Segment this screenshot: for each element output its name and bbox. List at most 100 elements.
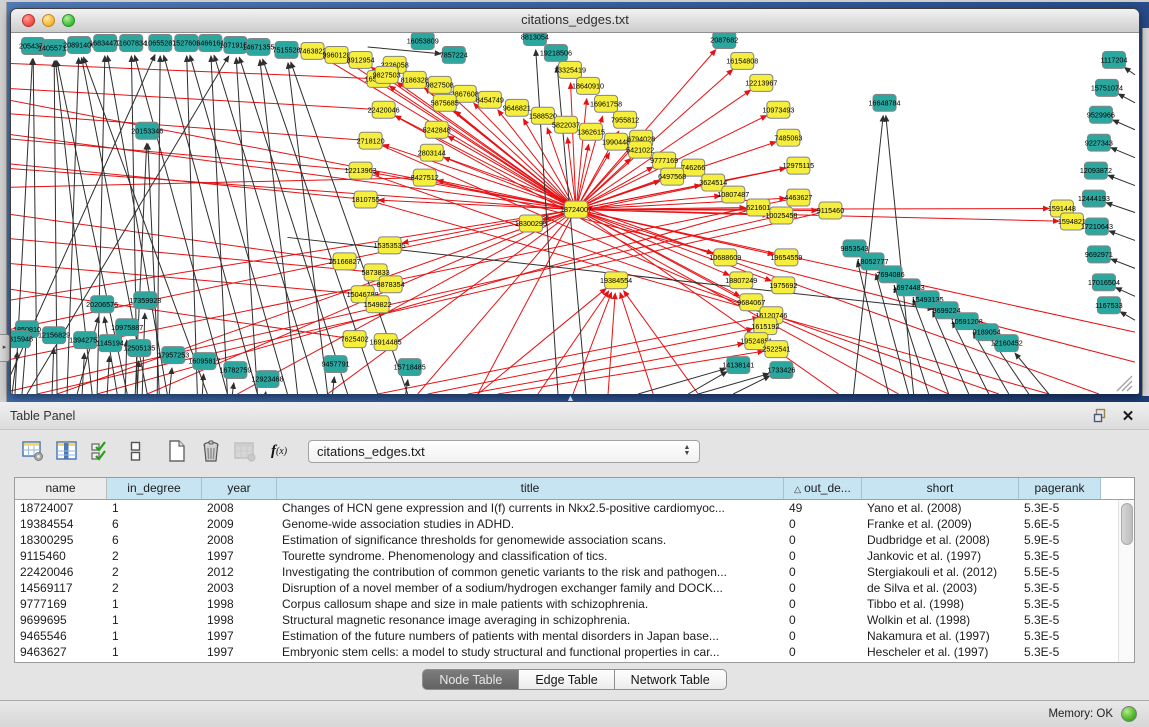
graph-edge[interactable] [576, 210, 1059, 222]
graph-edge[interactable] [498, 351, 764, 394]
graph-node[interactable] [1084, 162, 1107, 179]
tab-edge-table[interactable]: Edge Table [519, 669, 614, 690]
table-cell[interactable]: 1998 [202, 596, 277, 612]
graph-node[interactable] [772, 277, 795, 294]
graph-node[interactable] [731, 52, 754, 69]
graph-edge[interactable] [576, 210, 1135, 333]
table-cell[interactable]: 1998 [202, 612, 277, 628]
graph-node[interactable] [1087, 134, 1110, 151]
graph-node[interactable] [324, 356, 347, 373]
graph-node[interactable] [750, 74, 773, 91]
table-cell[interactable]: Nakamura et al. (1997) [862, 628, 1019, 644]
table-cell[interactable]: 0 [784, 564, 862, 580]
graph-edge[interactable] [1106, 203, 1135, 213]
table-cell[interactable]: 1 [107, 500, 202, 516]
table-row[interactable]: 1456911722003Disruption of a novel membe… [15, 580, 1134, 596]
table-cell[interactable]: 18300295 [15, 532, 107, 548]
graph-node[interactable] [11, 331, 31, 348]
delete-column-icon[interactable] [196, 437, 226, 465]
graph-node[interactable] [1095, 79, 1118, 96]
graph-edge[interactable] [428, 329, 753, 394]
graph-edge[interactable] [232, 383, 233, 394]
graph-node[interactable] [523, 33, 546, 45]
graph-edge[interactable] [169, 368, 172, 394]
graph-edge[interactable] [1111, 148, 1135, 158]
table-row[interactable]: 1938455462009Genome-wide association stu… [15, 516, 1134, 532]
graph-edge[interactable] [202, 374, 203, 394]
graph-node[interactable] [777, 129, 800, 146]
graph-node[interactable] [275, 41, 298, 58]
graph-edge[interactable] [608, 293, 615, 394]
graph-node[interactable] [343, 331, 366, 348]
graph-node[interactable] [175, 34, 198, 51]
column-header-name[interactable]: name [15, 478, 107, 499]
table-cell[interactable]: 1997 [202, 644, 277, 660]
table-cell[interactable]: 18724007 [15, 500, 107, 516]
graph-node[interactable] [1060, 213, 1083, 230]
tab-network-table[interactable]: Network Table [615, 669, 727, 690]
select-rows-icon[interactable] [86, 437, 116, 465]
table-cell[interactable]: 2008 [202, 532, 277, 548]
table-selector-dropdown[interactable]: citations_edges.txt ▲▼ [308, 440, 700, 463]
graph-node[interactable] [754, 318, 777, 335]
graph-edge[interactable] [886, 116, 914, 394]
collapsed-panel-handle[interactable]: ▸ [0, 334, 10, 362]
graph-node[interactable] [301, 42, 324, 59]
graph-edge[interactable] [1109, 231, 1135, 240]
close-button[interactable] [22, 14, 35, 27]
graph-node[interactable] [1087, 246, 1110, 263]
graph-node[interactable] [1092, 274, 1115, 291]
float-panel-icon[interactable] [1091, 407, 1109, 425]
graph-node[interactable] [722, 186, 745, 203]
graph-edge[interactable] [33, 59, 37, 394]
table-row[interactable]: 946554611997Estimation of the future num… [15, 628, 1134, 644]
graph-edge[interactable] [52, 348, 54, 394]
table-cell[interactable]: 5.9E-5 [1019, 532, 1101, 548]
table-row[interactable]: 911546021997Tourette syndrome. Phenomeno… [15, 548, 1134, 564]
graph-node[interactable] [379, 276, 402, 293]
table-cell[interactable]: 2009 [202, 516, 277, 532]
graph-node[interactable] [193, 353, 216, 370]
graph-node[interactable] [605, 133, 628, 150]
graph-edge[interactable] [538, 291, 609, 394]
graph-node[interactable] [544, 44, 567, 61]
table-row[interactable]: 977716911998Corpus callosum shape and si… [15, 596, 1134, 612]
graph-node[interactable] [372, 101, 395, 118]
graph-node[interactable] [775, 249, 798, 266]
column-header-out_de[interactable]: △out_de... [784, 478, 862, 499]
graph-node[interactable] [770, 207, 793, 224]
graph-node[interactable] [765, 341, 788, 358]
graph-node[interactable] [128, 340, 151, 357]
close-panel-icon[interactable]: ✕ [1119, 407, 1137, 425]
graph-node[interactable] [134, 292, 157, 309]
graph-node[interactable] [74, 332, 97, 349]
graph-edge[interactable] [432, 153, 1099, 394]
table-cell[interactable]: Dudbridge et al. (2008) [862, 532, 1019, 548]
create-column-icon[interactable] [162, 437, 192, 465]
table-row[interactable]: 1872400712008Changes of HCN gene express… [15, 500, 1134, 516]
graph-node[interactable] [411, 33, 434, 49]
graph-node[interactable] [740, 294, 763, 311]
graph-node[interactable] [770, 362, 793, 379]
table-cell[interactable]: Jankovic et al. (1997) [862, 548, 1019, 564]
table-cell[interactable]: 1 [107, 628, 202, 644]
graph-node[interactable] [629, 141, 652, 158]
table-cell[interactable]: 9699695 [15, 612, 107, 628]
table-row[interactable]: 2242004622012Investigating the contribut… [15, 564, 1134, 580]
graph-node[interactable] [94, 34, 117, 51]
graph-node[interactable] [91, 296, 114, 313]
function-builder-icon[interactable]: f(x) [264, 437, 294, 465]
table-cell[interactable]: 6 [107, 516, 202, 532]
graph-edge[interactable] [478, 289, 606, 394]
graph-node[interactable] [519, 215, 542, 232]
show-columns-icon[interactable] [52, 437, 82, 465]
table-cell[interactable]: 6 [107, 532, 202, 548]
table-cell[interactable]: 0 [784, 516, 862, 532]
graph-edge[interactable] [576, 210, 729, 276]
graph-node[interactable] [531, 107, 554, 124]
table-cell[interactable]: 5.3E-5 [1019, 596, 1101, 612]
graph-node[interactable] [873, 94, 896, 111]
graph-node[interactable] [558, 61, 581, 78]
table-cell[interactable]: Estimation of significance thresholds fo… [277, 532, 784, 548]
table-cell[interactable]: 5.3E-5 [1019, 548, 1101, 564]
